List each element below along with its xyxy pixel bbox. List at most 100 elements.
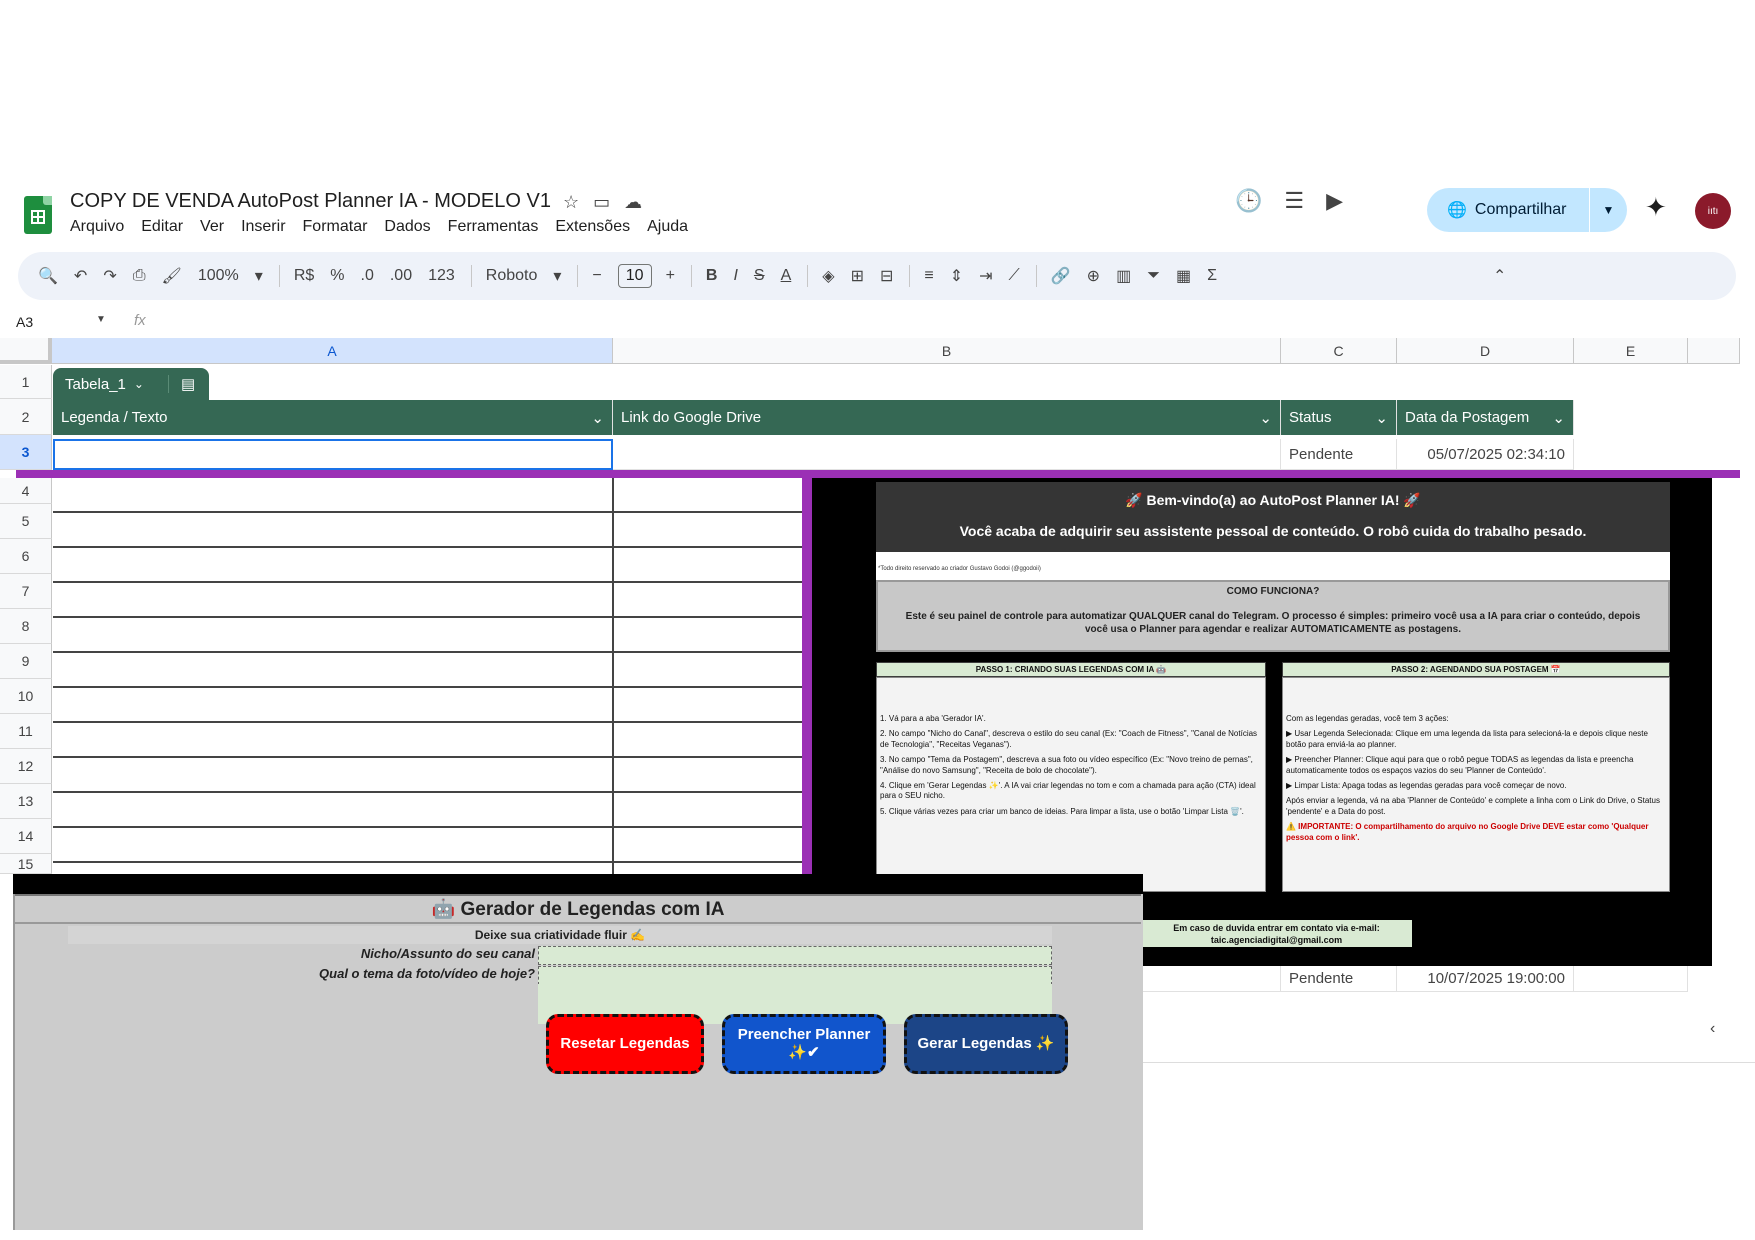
table-options-icon[interactable]: ▤ — [167, 375, 195, 393]
menu-dados[interactable]: Dados — [384, 218, 430, 236]
link-icon[interactable]: 🔗 — [1051, 266, 1071, 286]
reset-captions-button[interactable]: Resetar Legendas — [546, 1014, 704, 1074]
currency-format-button[interactable]: R$ — [294, 267, 314, 285]
row-header[interactable]: 11 — [0, 714, 52, 749]
plus-icon[interactable]: + — [666, 267, 675, 285]
selected-cell-a3[interactable] — [53, 439, 613, 470]
fill-color-icon[interactable]: ◈ — [822, 266, 834, 286]
star-icon[interactable]: ☆ — [563, 192, 579, 213]
document-title[interactable]: COPY DE VENDA AutoPost Planner IA - MODE… — [70, 190, 551, 213]
fill-planner-button[interactable]: Preencher Planner ✨✔ — [722, 1014, 886, 1074]
name-box[interactable]: A3 — [16, 314, 33, 330]
paint-format-icon[interactable]: 🖌 — [162, 266, 182, 286]
undo-icon[interactable]: ↶ — [74, 266, 87, 286]
vertical-align-icon[interactable]: ⇕ — [950, 266, 963, 286]
gemini-icon[interactable]: ✦ — [1645, 192, 1667, 223]
column-header-e[interactable]: E — [1574, 338, 1688, 364]
chart-icon[interactable]: ▥ — [1116, 266, 1131, 286]
row-header[interactable]: 13 — [0, 784, 52, 819]
decrease-decimal-button[interactable]: .0 — [361, 267, 374, 285]
select-all-corner[interactable] — [0, 338, 52, 364]
topic-input[interactable] — [538, 966, 1052, 985]
chevron-down-icon[interactable]: ⌄ — [134, 377, 144, 391]
font-select[interactable]: Roboto — [486, 267, 538, 285]
contact-email[interactable]: taic.agenciadigital@gmail.com — [1141, 934, 1412, 946]
table-header-date[interactable]: Data da Postagem ⌄ — [1397, 400, 1574, 435]
row-header[interactable]: 6 — [0, 539, 52, 574]
minus-icon[interactable]: − — [592, 267, 601, 285]
row-header[interactable]: 4 — [0, 478, 52, 504]
text-wrap-icon[interactable]: ⇥ — [979, 266, 992, 286]
table-header-status[interactable]: Status ⌄ — [1281, 400, 1397, 435]
strikethrough-icon[interactable]: S — [754, 267, 765, 285]
table-body-rows[interactable] — [53, 478, 802, 874]
table-header-legenda[interactable]: Legenda / Texto ⌄ — [53, 400, 613, 435]
meet-icon[interactable]: ▶ — [1326, 188, 1343, 214]
percent-format-button[interactable]: % — [330, 267, 344, 285]
row-header[interactable]: 8 — [0, 609, 52, 644]
zoom-select[interactable]: 100% — [198, 267, 239, 285]
row-header[interactable]: 5 — [0, 504, 52, 539]
cell-status-lower[interactable]: Pendente — [1281, 966, 1397, 992]
text-color-icon[interactable]: A — [781, 267, 792, 285]
row-header[interactable]: 2 — [0, 399, 52, 435]
bold-icon[interactable]: B — [706, 267, 718, 285]
menu-arquivo[interactable]: Arquivo — [70, 218, 124, 236]
row-header[interactable]: 12 — [0, 749, 52, 784]
collapse-toolbar-icon[interactable]: ⌃ — [1493, 266, 1506, 286]
cell-empty[interactable] — [1143, 966, 1281, 992]
column-header-a[interactable]: A — [52, 338, 613, 364]
cell-empty[interactable] — [1574, 966, 1688, 992]
column-header-extra[interactable] — [1688, 338, 1740, 364]
chevron-down-icon[interactable]: ▾ — [553, 266, 561, 286]
row-header[interactable]: 10 — [0, 679, 52, 714]
chevron-down-icon[interactable]: ▾ — [255, 266, 263, 286]
menu-extensoes[interactable]: Extensões — [555, 218, 630, 236]
row-header[interactable]: 15 — [0, 854, 52, 874]
chevron-left-icon[interactable]: ‹ — [1710, 1020, 1715, 1038]
menu-editar[interactable]: Editar — [141, 218, 183, 236]
filter-icon[interactable]: ⏷ — [1147, 267, 1160, 285]
functions-icon[interactable]: Σ — [1207, 267, 1217, 285]
share-dropdown-icon[interactable]: ▼ — [1589, 188, 1627, 232]
row-header[interactable]: 14 — [0, 819, 52, 854]
share-button[interactable]: 🌐 Compartilhar ▼ — [1427, 188, 1627, 232]
cell-date-lower[interactable]: 10/07/2025 19:00:00 — [1397, 966, 1574, 992]
font-size-input[interactable]: 10 — [617, 264, 652, 288]
borders-icon[interactable]: ⊞ — [851, 266, 864, 286]
sheets-logo-icon[interactable] — [24, 196, 52, 234]
column-header-c[interactable]: C — [1281, 338, 1397, 364]
avatar[interactable]: iıtı — [1695, 193, 1731, 229]
row-header[interactable]: 1 — [0, 365, 52, 399]
row-header[interactable]: 7 — [0, 574, 52, 609]
align-left-icon[interactable]: ≡ — [924, 267, 933, 285]
row-header[interactable]: 9 — [0, 644, 52, 679]
generate-captions-button[interactable]: Gerar Legendas ✨ — [904, 1014, 1068, 1074]
number-format-button[interactable]: 123 — [428, 267, 455, 285]
merge-cells-icon[interactable]: ⊟ — [880, 266, 893, 286]
comments-icon[interactable]: ☰ — [1284, 188, 1304, 214]
cloud-status-icon[interactable]: ☁ — [624, 192, 642, 213]
chevron-down-icon[interactable]: ⌄ — [591, 409, 604, 427]
column-header-b[interactable]: B — [613, 338, 1281, 364]
table-header-link[interactable]: Link do Google Drive ⌄ — [613, 400, 1281, 435]
chevron-down-icon[interactable]: ⌄ — [1259, 409, 1272, 427]
move-folder-icon[interactable]: ▭ — [593, 192, 610, 213]
menu-formatar[interactable]: Formatar — [303, 218, 368, 236]
chevron-down-icon[interactable]: ⌄ — [1375, 409, 1388, 427]
print-icon[interactable]: ⎙ — [133, 267, 146, 285]
history-icon[interactable]: 🕒 — [1235, 188, 1262, 214]
chevron-down-icon[interactable]: ⌄ — [1552, 409, 1565, 427]
chevron-down-icon[interactable]: ▼ — [96, 314, 106, 325]
row-header[interactable]: 3 — [0, 435, 52, 470]
redo-icon[interactable]: ↷ — [103, 266, 116, 286]
text-rotate-icon[interactable]: ⟋ — [1009, 267, 1020, 285]
cell-d3[interactable]: 05/07/2025 02:34:10 — [1397, 439, 1574, 470]
filter-views-icon[interactable]: ▦ — [1176, 266, 1191, 286]
menu-ferramentas[interactable]: Ferramentas — [448, 218, 539, 236]
table-name-tab[interactable]: Tabela_1 ⌄ ▤ — [53, 368, 209, 400]
italic-icon[interactable]: I — [733, 267, 737, 285]
comment-icon[interactable]: ⊕ — [1087, 266, 1100, 286]
cell-c3[interactable]: Pendente — [1281, 439, 1397, 470]
menu-inserir[interactable]: Inserir — [241, 218, 285, 236]
